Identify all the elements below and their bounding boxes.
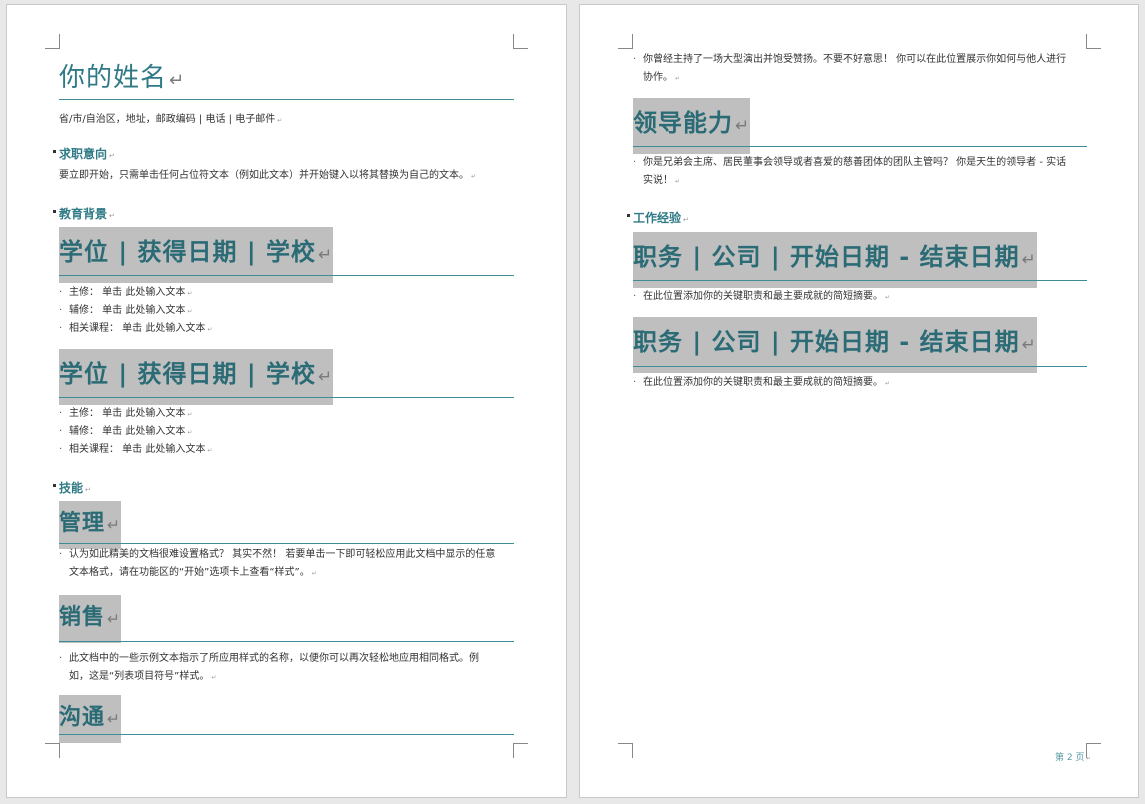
- margin-corner-top-left: [45, 34, 60, 49]
- skill-group-title[interactable]: 沟通↵: [59, 695, 121, 743]
- job-divider: [633, 366, 1087, 367]
- job-summary[interactable]: ·在此位置添加你的关键职责和最主要成就的简短摘要。↵: [643, 288, 890, 307]
- section-heading-objective[interactable]: 求职意向↵: [59, 145, 115, 162]
- skill-paragraph[interactable]: ·认为如此精美的文档很难设置格式？ 其实不然！ 若要单击一下即可轻松应用此文档中…: [69, 546, 495, 564]
- education-title-divider: [59, 275, 514, 276]
- list-item[interactable]: ·主修： 单击 此处输入文本↵: [69, 284, 192, 303]
- margin-corner-top-right: [513, 34, 528, 49]
- margin-corner-bottom-left: [45, 743, 60, 758]
- resume-name[interactable]: 你的姓名↵: [59, 57, 185, 94]
- skill-paragraph-cont[interactable]: 文本格式，请在功能区的“开始”选项卡上查看“样式”。↵: [69, 564, 317, 583]
- skill-group-title[interactable]: 销售↵: [59, 595, 121, 643]
- skill-divider: [59, 734, 514, 735]
- list-item[interactable]: ·主修： 单击 此处输入文本↵: [69, 405, 192, 424]
- section-heading-skills[interactable]: 技能↵: [59, 479, 91, 496]
- margin-corner-bottom-left: [618, 743, 633, 758]
- leadership-paragraph[interactable]: ·你是兄弟会主席、居民董事会领导或者喜爱的慈善团体的团队主管吗？ 你是天生的领导…: [643, 154, 1066, 172]
- objective-text[interactable]: 要立即开始，只需单击任何占位符文本（例如此文本）并开始键入以将其替换为自己的文本…: [59, 167, 476, 186]
- contact-info[interactable]: 省/市/自治区，地址，邮政编码 | 电话 | 电子邮件↵: [59, 110, 282, 125]
- job-divider: [633, 280, 1087, 281]
- margin-corner-top-right: [1086, 34, 1101, 49]
- list-item[interactable]: ·辅修： 单击 此处输入文本↵: [69, 302, 192, 321]
- document-page-1: 你的姓名↵ 省/市/自治区，地址，邮政编码 | 电话 | 电子邮件↵ 求职意向↵…: [6, 4, 567, 798]
- list-item[interactable]: ·辅修： 单击 此处输入文本↵: [69, 423, 192, 442]
- skill-paragraph-cont[interactable]: 如，这是“列表项目符号”样式。↵: [69, 668, 216, 687]
- name-divider: [59, 99, 514, 100]
- leadership-divider: [633, 146, 1087, 147]
- margin-corner-top-left: [618, 34, 633, 49]
- education-title-divider: [59, 397, 514, 398]
- list-item[interactable]: ·相关课程： 单击 此处输入文本↵: [69, 320, 212, 339]
- section-heading-experience[interactable]: 工作经验↵: [633, 209, 689, 226]
- document-page-2: ·你曾经主持了一场大型演出并饱受赞扬。不要不好意思！ 你可以在此位置展示你如何与…: [579, 4, 1139, 798]
- skill-divider: [59, 543, 514, 544]
- list-item[interactable]: ·相关课程： 单击 此处输入文本↵: [69, 441, 212, 460]
- skill-paragraph[interactable]: ·此文档中的一些示例文本指示了所应用样式的名称，以便你可以再次轻松地应用相同格式…: [69, 650, 479, 668]
- job-entry-title[interactable]: 职务 | 公司 | 开始日期 - 结束日期↵: [633, 317, 1037, 373]
- leadership-paragraph-cont[interactable]: 实说！↵: [643, 172, 680, 191]
- margin-corner-bottom-right: [513, 743, 528, 758]
- job-summary[interactable]: ·在此位置添加你的关键职责和最主要成就的简短摘要。↵: [643, 374, 890, 393]
- skill-paragraph-cont[interactable]: 协作。↵: [643, 69, 680, 88]
- page-number-footer: 第 2 页↵: [1055, 750, 1091, 763]
- section-heading-education[interactable]: 教育背景↵: [59, 205, 115, 222]
- skill-paragraph[interactable]: ·你曾经主持了一场大型演出并饱受赞扬。不要不好意思！ 你可以在此位置展示你如何与…: [643, 51, 1066, 69]
- skill-divider: [59, 641, 514, 642]
- skill-group-title[interactable]: 管理↵: [59, 501, 121, 549]
